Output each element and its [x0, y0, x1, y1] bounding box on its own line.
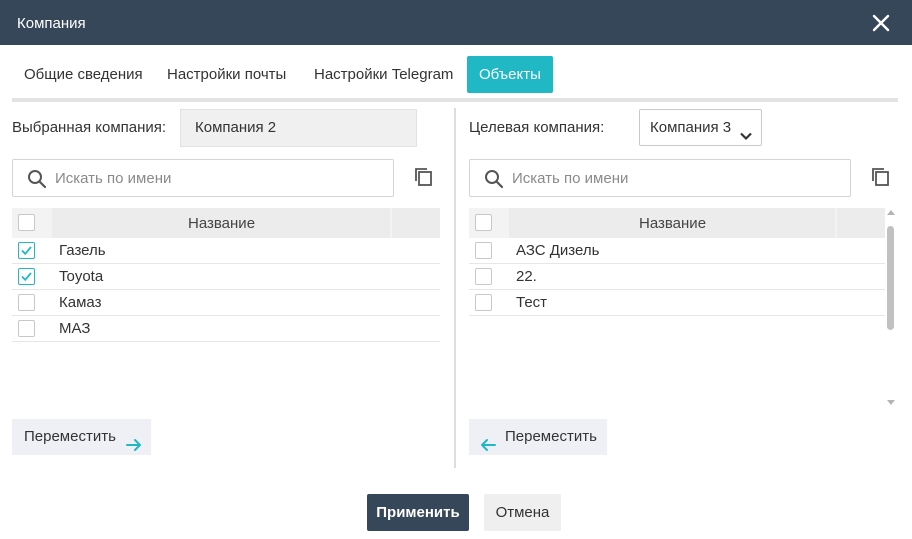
- check-icon: [21, 272, 32, 282]
- cancel-button[interactable]: Отмена: [484, 494, 561, 531]
- tab-general[interactable]: Общие сведения: [24, 56, 143, 93]
- table-row[interactable]: Газель: [12, 238, 440, 264]
- move-right-label: Переместить: [24, 428, 116, 445]
- table-row[interactable]: Камаз: [12, 290, 440, 316]
- right-column-header-label: Название: [639, 215, 707, 232]
- tab-telegram-settings[interactable]: Настройки Telegram: [314, 56, 453, 93]
- right-search-input[interactable]: [512, 166, 812, 190]
- row-name: МАЗ: [59, 320, 91, 337]
- table-row[interactable]: 22.: [469, 264, 885, 290]
- left-column-header-label: Название: [188, 215, 256, 232]
- arrow-right-icon: [126, 430, 142, 451]
- row-checkbox[interactable]: [475, 294, 492, 311]
- row-checkbox[interactable]: [18, 268, 35, 285]
- row-name: 22.: [516, 268, 537, 285]
- row-checkbox[interactable]: [475, 268, 492, 285]
- scroll-up-icon[interactable]: [887, 210, 895, 215]
- row-name: Toyota: [59, 268, 104, 285]
- arrow-left-icon: [480, 430, 496, 451]
- selected-company-label: Выбранная компания:: [12, 119, 167, 136]
- row-name: Тест: [516, 294, 548, 311]
- right-extra-column-header: [837, 208, 885, 238]
- check-icon: [21, 246, 32, 256]
- tab-bar: Общие сведения Настройки почты Настройки…: [12, 56, 898, 96]
- table-row[interactable]: МАЗ: [12, 316, 440, 342]
- left-search-input[interactable]: [55, 166, 355, 190]
- row-checkbox[interactable]: [18, 294, 35, 311]
- right-grid-header: Название: [469, 208, 885, 238]
- row-checkbox[interactable]: [475, 242, 492, 259]
- tab-objects[interactable]: Объекты: [467, 56, 553, 93]
- close-icon[interactable]: [870, 12, 892, 34]
- target-company-select[interactable]: Компания 3: [639, 109, 762, 146]
- search-icon: [27, 169, 47, 189]
- chevron-down-icon: [739, 121, 753, 141]
- panel-divider: [454, 108, 456, 468]
- move-left-label: Переместить: [505, 428, 597, 445]
- table-row[interactable]: АЗС Дизель: [469, 238, 885, 264]
- dialog-titlebar: Компания: [0, 0, 912, 45]
- target-company-label: Целевая компания:: [469, 119, 605, 136]
- left-select-all-checkbox[interactable]: [18, 214, 35, 231]
- right-select-all-checkbox[interactable]: [475, 214, 492, 231]
- row-name: Газель: [59, 242, 106, 259]
- tab-mail-settings[interactable]: Настройки почты: [167, 56, 286, 93]
- row-name: АЗС Дизель: [516, 242, 600, 259]
- move-right-button[interactable]: Переместить: [12, 419, 151, 455]
- tabs-divider: [12, 98, 898, 102]
- left-search-box: [12, 159, 394, 197]
- table-row[interactable]: Тест: [469, 290, 885, 316]
- search-icon: [484, 169, 504, 189]
- target-company-value: Компания 3: [650, 119, 732, 136]
- dialog-title: Компания: [17, 15, 86, 32]
- row-checkbox[interactable]: [18, 320, 35, 337]
- copy-icon[interactable]: [413, 166, 435, 188]
- scrollbar-thumb[interactable]: [887, 226, 894, 330]
- left-grid-header: Название: [12, 208, 440, 238]
- left-extra-column-header: [392, 208, 440, 238]
- apply-button[interactable]: Применить: [367, 494, 469, 531]
- right-grid-scrollbar[interactable]: [885, 208, 897, 408]
- row-checkbox[interactable]: [18, 242, 35, 259]
- table-row[interactable]: Toyota: [12, 264, 440, 290]
- move-left-button[interactable]: Переместить: [469, 419, 607, 455]
- selected-company-field: Компания 2: [180, 109, 417, 147]
- right-search-box: [469, 159, 851, 197]
- copy-icon[interactable]: [870, 166, 892, 188]
- row-name: Камаз: [59, 294, 102, 311]
- scroll-down-icon[interactable]: [887, 400, 895, 405]
